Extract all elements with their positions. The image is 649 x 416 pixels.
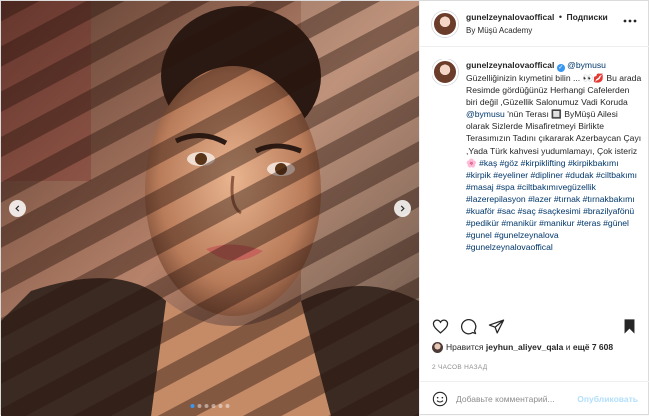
liker-username[interactable]: jeyhun_aliyev_qala [486, 342, 564, 352]
action-bar [432, 315, 638, 337]
hashtag-link[interactable]: #tırnak [554, 194, 580, 204]
hashtag-link[interactable]: #günel [603, 218, 629, 228]
hashtag-link[interactable]: #teras [577, 218, 601, 228]
separator: • [558, 12, 563, 22]
carousel-prev-button[interactable] [9, 200, 26, 217]
caption-mention[interactable]: @bymusu [466, 109, 505, 119]
hashtag-link[interactable]: #lazerepilasyon [466, 194, 526, 204]
comments-section: gunelzeynalovaoffical ✓ @bymusu Güzelliğ… [432, 59, 642, 309]
following-button[interactable]: Подписки [567, 12, 608, 22]
instagram-post: gunelzeynalovaoffical • Подписки By Müşü… [0, 0, 649, 416]
hashtag-link[interactable]: #sac [497, 206, 515, 216]
carousel-dot [211, 404, 216, 408]
post-sidebar: gunelzeynalovaoffical • Подписки By Müşü… [419, 1, 649, 416]
ellipsis-icon[interactable] [622, 16, 638, 26]
avatar[interactable] [432, 11, 458, 37]
likes-count[interactable]: ещё 7 608 [573, 342, 613, 352]
hashtag-link[interactable]: #spa [496, 182, 515, 192]
hashtag-link[interactable]: #eyeliner [493, 170, 528, 180]
username-link[interactable]: gunelzeynalovaoffical [466, 12, 554, 22]
carousel-dot [190, 404, 195, 408]
hashtag-link[interactable]: #ciltbakımı [596, 170, 637, 180]
hashtag-link[interactable]: #dipliner [531, 170, 564, 180]
bookmark-icon[interactable] [621, 318, 638, 335]
post-photo [1, 1, 419, 416]
carousel-next-button[interactable] [394, 200, 411, 217]
publish-button[interactable]: Опубликовать [577, 394, 638, 404]
chevron-right-icon [400, 205, 405, 212]
share-icon[interactable] [488, 318, 505, 335]
hashtag-link[interactable]: #pedikür [466, 218, 499, 228]
hashtag-link[interactable]: #lazer [528, 194, 551, 204]
post-media[interactable] [1, 1, 419, 416]
hashtag-link[interactable]: #göz [500, 158, 519, 168]
carousel-dot [225, 404, 230, 408]
likes-prefix: Нравится [446, 342, 486, 352]
hashtag-link[interactable]: #kirpiklifting [521, 158, 566, 168]
post-caption: gunelzeynalovaoffical ✓ @bymusu Güzelliğ… [466, 59, 642, 253]
hashtag-link[interactable]: #tırnakbakımı [583, 194, 635, 204]
carousel-dot [197, 404, 202, 408]
liker-avatar[interactable] [432, 342, 443, 353]
likes-summary: Нравится jeyhun_aliyev_qala и ещё 7 608 [432, 342, 642, 353]
hashtag-link[interactable]: #kaş [479, 158, 497, 168]
hashtag-link[interactable]: #kuaför [466, 206, 495, 216]
avatar[interactable] [432, 59, 458, 85]
likes-conjunction: и [563, 342, 573, 352]
caption-text: Güzelliğinizin kıymetini bilin ... [466, 73, 583, 83]
hashtag-link[interactable]: #gunel [466, 230, 492, 240]
hashtag-link[interactable]: #brazilyafönü [583, 206, 634, 216]
carousel-dot [204, 404, 209, 408]
hashtag-link[interactable]: #saç [518, 206, 536, 216]
post-timestamp[interactable]: 2 ЧАСОВ НАЗАД [432, 364, 487, 371]
carousel-dot [218, 404, 223, 408]
hashtag-link[interactable]: #manikur [539, 218, 574, 228]
verified-badge-icon: ✓ [556, 64, 565, 72]
hashtag-link[interactable]: #manikür [501, 218, 536, 228]
caption-emoji: 👀💋 [582, 73, 604, 83]
hashtag-link[interactable]: #gunelzeynalova [494, 230, 559, 240]
emoji-icon[interactable] [432, 391, 448, 407]
carousel-indicator [190, 404, 230, 408]
hashtag-link[interactable]: #masaj [466, 182, 494, 192]
caption-username[interactable]: gunelzeynalovaoffical [466, 60, 554, 70]
heart-icon[interactable] [432, 318, 449, 335]
post-header: gunelzeynalovaoffical • Подписки By Müşü… [420, 1, 649, 47]
location-link[interactable]: By Müşü Academy [466, 26, 532, 35]
add-comment-bar: Опубликовать [420, 381, 649, 416]
caption-mention[interactable]: @bymusu [567, 60, 606, 70]
hashtag-link[interactable]: #kirpik [466, 170, 491, 180]
comment-icon[interactable] [460, 318, 477, 335]
header-user-row: gunelzeynalovaoffical • Подписки [466, 12, 608, 22]
hashtag-link[interactable]: #dudak [565, 170, 593, 180]
hashtag-link[interactable]: #kirpikbakımı [568, 158, 619, 168]
chevron-left-icon [15, 205, 20, 212]
hashtag-link[interactable]: #gunelzeynalovaoffical [466, 242, 553, 252]
hashtag-list: #kaş #göz #kirpiklifting #kirpikbakımı #… [466, 158, 637, 253]
hashtag-link[interactable]: #saçkesimi [538, 206, 581, 216]
hashtag-link[interactable]: #ciltbakımıvegüzellik [517, 182, 596, 192]
